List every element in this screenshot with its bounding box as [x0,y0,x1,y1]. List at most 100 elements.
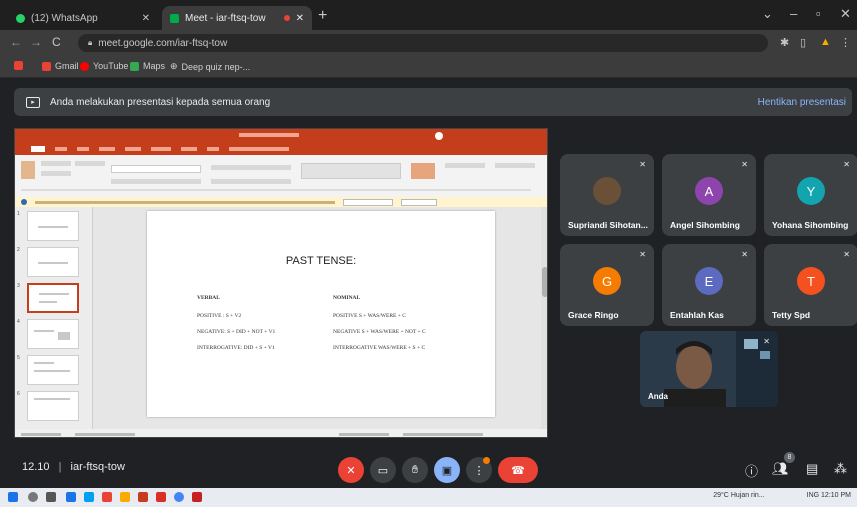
stop-presenting-button[interactable]: Hentikan presentasi [758,97,846,108]
participant-name: Entahlah Kas [670,310,724,320]
slide-thumb[interactable] [27,211,79,241]
back-icon[interactable]: ← [10,35,22,49]
office-icon[interactable] [102,492,112,502]
participant-tile[interactable]: ✕ A Angel Sihombing [662,154,756,236]
weather-text: Hujan rin... [730,492,765,499]
reload-icon[interactable]: C [52,35,61,49]
language: ING [806,492,820,499]
tab-meet[interactable]: Meet - iar-ftsq-tow ✕ [162,6,312,30]
participant-name: Tetty Spd [772,310,811,320]
verbal-heading: VERBAL [197,295,220,301]
recording-dot-icon [283,15,290,21]
tab-search-icon[interactable]: ⌄ [762,6,773,22]
hand-icon: ✋︎ [411,463,419,476]
url-text: meet.google.com/iar-ftsq-tow [98,37,228,49]
maximize-button[interactable]: ▫ [816,6,821,21]
explorer-icon[interactable] [120,492,130,502]
bookmark-maps[interactable]: Maps [130,61,165,71]
windows-start-icon[interactable] [8,492,18,502]
close-window-button[interactable]: ✕ [840,6,851,22]
app-icon[interactable] [192,492,202,502]
profile-icon[interactable]: ▲ [820,36,831,48]
end-call-icon: ☎︎ [511,464,525,477]
forward-icon[interactable]: → [30,35,42,49]
extensions-icon[interactable]: ✱ [780,36,789,49]
participant-tile[interactable]: ✕ G Grace Ringo [560,244,654,326]
bookmark-gmail[interactable]: Gmail [42,61,79,71]
participant-name: Yohana Sihombing [772,220,849,230]
slide-thumb-selected[interactable] [27,283,79,313]
notification-dot [483,457,490,464]
ppt-ribbon-tabs [15,143,547,155]
slide-thumb[interactable] [27,355,79,385]
tab-whatsapp[interactable]: (12) WhatsApp ✕ [8,6,158,30]
participant-tile[interactable]: ✕ T Tetty Spd [764,244,857,326]
slide-scrollbar[interactable] [541,207,547,429]
present-screen-icon: ▸ [26,96,40,108]
present-screen-icon: ▣ [441,464,453,477]
url-field[interactable]: 🔒︎ meet.google.com/iar-ftsq-tow [78,34,768,52]
bookmark-youtube[interactable]: YouTube [80,61,128,71]
menu-icon[interactable]: ⋮ [840,36,851,49]
meeting-info-icon[interactable]: ⓘ [745,461,758,480]
people-icon[interactable]: 👥︎ [772,461,789,477]
close-tab-icon[interactable]: ✕ [142,13,150,24]
chrome-icon[interactable] [174,492,184,502]
meeting-controls: 12.10 | iar-ftsq-tow ✕ ▭ ✋︎ ▣ ⋮ ☎︎ ⓘ 👥︎ … [0,446,857,488]
slide-thumb[interactable] [27,319,79,349]
globe-icon: ⊕ [170,61,178,71]
apps-icon[interactable] [14,61,23,70]
address-bar: ← → C 🔒︎ meet.google.com/iar-ftsq-tow ✱ … [0,30,857,56]
camera-toggle-button[interactable]: ▭ [370,457,396,483]
participant-tile[interactable]: ✕ E Entahlah Kas [662,244,756,326]
slide-thumb[interactable] [27,391,79,421]
youtube-icon [80,61,89,71]
new-tab-button[interactable]: + [318,7,327,25]
leave-call-button[interactable]: ☎︎ [498,457,538,483]
mic-off-icon: ✕ [843,160,850,169]
verbal-positive: POSITIVE : S + V2 [197,313,242,319]
slide-thumb[interactable] [27,247,79,277]
nominal-positive: POSITIVE S + WAS/WERE + C [333,313,406,319]
slide-thumbnails: 1 2 3 4 5 6 [15,207,93,429]
bookmark-deep-quiz[interactable]: ⊕ Deep quiz nep-... [170,61,250,72]
activities-icon[interactable]: ⁂ [834,461,847,477]
mic-off-icon: ✕ [741,250,748,259]
app-icon[interactable] [156,492,166,502]
participant-count-badge: 8 [784,452,795,463]
gmail-icon [42,61,51,71]
weather-temp: 29°C [713,492,729,499]
mic-toggle-button[interactable]: ✕ [338,457,364,483]
task-view-icon[interactable] [46,492,56,502]
search-icon[interactable] [28,492,38,502]
tab-label: Meet - iar-ftsq-tow [185,12,266,24]
more-vert-icon: ⋮ [473,464,485,477]
meeting-time: 12.10 [22,461,50,473]
minimize-button[interactable]: – [790,6,797,21]
camera-icon: ▭ [377,464,389,477]
ppt-workspace: 1 2 3 4 5 6 PAST TENSE: VERBAL NOMINAL P… [15,207,547,429]
chat-icon[interactable]: ▤ [806,461,818,477]
raise-hand-button[interactable]: ✋︎ [402,457,428,483]
side-panel-icon[interactable]: ▯ [800,36,806,49]
mic-off-icon: ✕ [741,160,748,169]
participant-name: Grace Ringo [568,310,619,320]
more-options-button[interactable]: ⋮ [466,457,492,483]
verbal-interrogative: INTERROGATIVE: DID + S + V1 [197,345,275,351]
powerpoint-icon[interactable] [138,492,148,502]
presenting-text: Anda melakukan presentasi kepada semua o… [50,96,271,108]
avatar: G [593,267,621,295]
edge-icon[interactable] [66,492,76,502]
slide-title: PAST TENSE: [285,255,357,267]
participant-tile[interactable]: ✕ Y Yohana Sihombing [764,154,857,236]
participant-name: Supriandi Sihotan... [568,220,648,230]
present-button[interactable]: ▣ [434,457,460,483]
ppt-info-bar [15,197,547,207]
store-icon[interactable] [84,492,94,502]
participant-tile[interactable]: ✕ Supriandi Sihotan... [560,154,654,236]
self-mic-icon: ✕ [763,337,770,346]
current-slide: PAST TENSE: VERBAL NOMINAL POSITIVE : S … [147,211,495,417]
self-view[interactable]: Anda ✕ [640,331,778,407]
close-tab-icon[interactable]: ✕ [296,13,304,24]
bookmarks-bar: Gmail YouTube Maps ⊕ Deep quiz nep-... [0,56,857,78]
